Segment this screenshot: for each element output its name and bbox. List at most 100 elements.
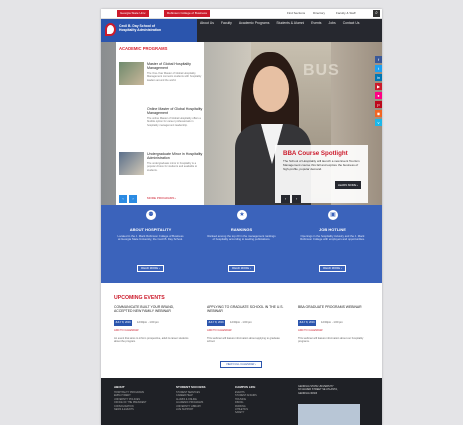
spotlight-prev-button[interactable]: ‹	[281, 195, 290, 203]
user-icon: ⚉	[146, 210, 156, 220]
nav-contact[interactable]: Contact Us	[343, 21, 360, 25]
logo-mark-icon	[105, 23, 116, 36]
footer-link[interactable]: SAFETY	[235, 411, 290, 414]
program-item[interactable]: Master of Global Hospitality Management …	[119, 62, 204, 98]
feature-desc: Ranked among the top 20 in the managemen…	[207, 234, 276, 242]
more-programs-link[interactable]: MORE PROGRAMS ›	[147, 196, 176, 200]
read-more-button[interactable]: READ MORE ›	[319, 265, 346, 272]
footer-heading: CAMPUS LIFE	[235, 385, 256, 389]
event-date: JULY 8, 2016	[207, 320, 225, 326]
event-title[interactable]: COMMUNICATE BUILT YOUR BRAND, ACCEPTED N…	[114, 305, 192, 313]
photo-background-sign: BUS	[303, 62, 340, 79]
youtube-icon[interactable]: ▶	[375, 83, 382, 90]
brand-logo[interactable]: Cecil B. Day School of Hospitality Admin…	[101, 19, 197, 42]
top-link-sections[interactable]: Find Sections	[287, 11, 305, 15]
add-to-calendar-link[interactable]: ADD TO CALENDAR	[298, 329, 323, 332]
program-thumbnail	[119, 107, 144, 130]
event-desc: An event that aims to inform prospective…	[114, 337, 189, 344]
event-time: 12:00pm - 1:00 pm	[137, 321, 159, 324]
search-icon[interactable]: ⌕	[373, 10, 380, 17]
feature-title: RANKINGS	[230, 227, 253, 232]
twitter-icon[interactable]: t	[375, 65, 382, 72]
main-nav: About Us Faculty Academic Programs Stude…	[200, 21, 359, 25]
feature-desc: Located in the J. Mack Robinson College …	[117, 234, 184, 242]
brand-name: Cecil B. Day School of Hospitality Admin…	[119, 24, 195, 32]
event-desc: This webinar will feature information ab…	[207, 337, 280, 344]
footer-link[interactable]: LIVE SUPPORT	[176, 408, 231, 411]
footer-column-about: ABOUT HOSPITALITY PROGRAMS EMPLOYMENT UN…	[114, 385, 169, 411]
red-tab-college[interactable]: Robinson College of Business	[164, 10, 211, 17]
top-link-faculty[interactable]: Faculty & Staff	[336, 11, 355, 15]
nav-events[interactable]: Events	[311, 21, 321, 25]
footer-heading: STUDENT SUCCESS	[176, 385, 206, 389]
footer-column-student-success: STUDENT SUCCESS STUDENT SERVICES CAREER …	[176, 385, 231, 411]
event-time: 12:00pm - 1:00 pm	[230, 321, 252, 324]
nav-students-alumni[interactable]: Students & Alumni	[276, 21, 304, 25]
nav-about[interactable]: About Us	[200, 21, 214, 25]
feature-desc: Openings in the hospitality industry and…	[300, 234, 365, 242]
add-to-calendar-link[interactable]: ADD TO CALENDAR	[114, 329, 139, 332]
event-desc: This webinar will feature information ab…	[298, 337, 364, 344]
rss-icon[interactable]: ◉	[375, 110, 382, 117]
pinterest-icon[interactable]: p	[375, 101, 382, 108]
nav-jobs[interactable]: Jobs	[329, 21, 336, 25]
footer-heading: ABOUT	[114, 385, 125, 389]
feature-title: JOB HOTLINE	[319, 227, 346, 232]
program-item[interactable]: Online Master of Global Hospitality Mana…	[119, 107, 204, 143]
brand-line-2: Hospitality Administration	[119, 28, 162, 33]
address-line: GEORGIA 30303	[298, 391, 318, 395]
programs-prev-button[interactable]: ‹	[119, 195, 127, 203]
program-item[interactable]: Undergraduate Minor in Hospitality Admin…	[119, 152, 204, 188]
event-card: APPLYING TO GRADUATE SCHOOL IN THE U.S. …	[207, 305, 287, 360]
events-title: UPCOMING EVENTS	[114, 295, 165, 301]
add-to-calendar-link[interactable]: ADD TO CALENDAR	[207, 329, 232, 332]
event-card: COMMUNICATE BUILT YOUR BRAND, ACCEPTED N…	[114, 305, 194, 360]
program-name[interactable]: Master of Global Hospitality Management	[147, 62, 203, 71]
footer-column-campus-life: CAMPUS LIFE EVENTS STUDENT AFFAIRS HOUSI…	[235, 385, 290, 415]
programs-title: ACADEMIC PROGRAMS	[119, 46, 168, 51]
read-more-button[interactable]: READ MORE ›	[228, 265, 255, 272]
spotlight-title: BBA Course Spotlight	[283, 150, 348, 157]
spotlight-desc: The School of Hospitality will launch a …	[283, 159, 360, 171]
programs-next-button[interactable]: ›	[129, 195, 137, 203]
star-icon: ★	[237, 210, 247, 220]
program-desc: The One-Year Master of Global Hospitalit…	[147, 72, 202, 82]
event-date: JULY 8, 2016	[114, 320, 132, 326]
footer-link[interactable]: NEWS & EVENTS	[114, 408, 169, 411]
flickr-icon[interactable]: ●	[375, 92, 382, 99]
features-band: ⚉ ABOUT HOSPITALITY Located in the J. Ma…	[101, 205, 382, 283]
red-tab-university[interactable]: Georgia State Univ.	[117, 10, 149, 17]
nav-academic-programs[interactable]: Academic Programs	[239, 21, 270, 25]
program-thumbnail	[119, 62, 144, 85]
page: Georgia State Univ. Robinson College of …	[101, 9, 382, 425]
event-time: 12:00pm - 1:00 pm	[321, 321, 343, 324]
hero-person-face	[253, 66, 289, 112]
learn-more-button[interactable]: LEARN MORE ›	[335, 181, 361, 189]
program-name[interactable]: Undergraduate Minor in Hospitality Admin…	[147, 152, 203, 161]
nav-faculty[interactable]: Faculty	[221, 21, 232, 25]
program-name[interactable]: Online Master of Global Hospitality Mana…	[147, 107, 203, 116]
social-bar: f t in ▶ ● p ◉ v	[375, 56, 382, 126]
event-title[interactable]: BBA GRADUATE PROGRAMS WEBINAR	[298, 305, 376, 309]
feature-job-hotline: ▣ JOB HOTLINE Openings in the hospitalit…	[286, 205, 379, 283]
read-more-button[interactable]: READ MORE ›	[137, 265, 164, 272]
spotlight-next-button[interactable]: ›	[292, 195, 301, 203]
vimeo-icon[interactable]: v	[375, 119, 382, 126]
view-calendar-button[interactable]: VIEW FULL CALENDAR ›	[220, 361, 262, 368]
footer-address: GEORGIA STATE UNIVERSITY 33 GILMER STREE…	[298, 385, 356, 395]
footer-map[interactable]	[298, 404, 360, 425]
events-section: UPCOMING EVENTS COMMUNICATE BUILT YOUR B…	[101, 283, 382, 378]
event-card: BBA GRADUATE PROGRAMS WEBINAR JULY 8, 20…	[298, 305, 378, 360]
facebook-icon[interactable]: f	[375, 56, 382, 63]
program-desc: The online Master of Global Hospitality …	[147, 117, 201, 127]
footer: ABOUT HOSPITALITY PROGRAMS EMPLOYMENT UN…	[101, 378, 382, 425]
briefcase-icon: ▣	[328, 210, 338, 220]
feature-rankings: ★ RANKINGS Ranked among the top 20 in th…	[195, 205, 288, 283]
top-link-directory[interactable]: Directory	[313, 11, 325, 15]
event-title[interactable]: APPLYING TO GRADUATE SCHOOL IN THE U.S. …	[207, 305, 285, 313]
program-desc: The undergraduate minor in hospitality i…	[147, 162, 198, 172]
program-thumbnail	[119, 152, 144, 175]
event-date: JULY 8, 2016	[298, 320, 316, 326]
feature-title: ABOUT HOSPITALITY	[129, 227, 172, 232]
linkedin-icon[interactable]: in	[375, 74, 382, 81]
